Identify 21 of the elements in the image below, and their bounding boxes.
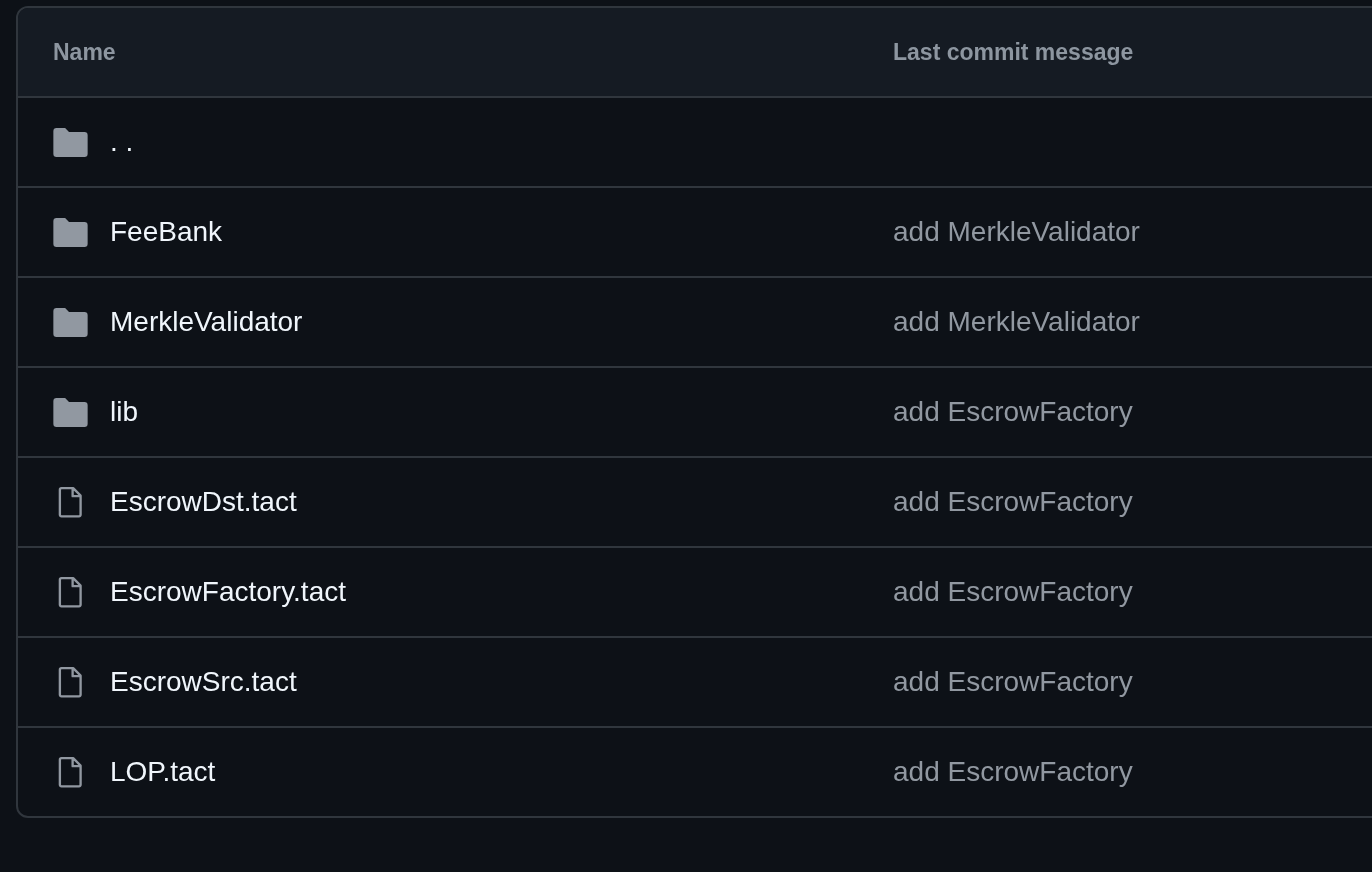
folder-link[interactable]: . . — [110, 126, 134, 158]
column-header: Last commit message — [893, 38, 1134, 66]
file-link[interactable]: EscrowSrc.tact — [110, 666, 297, 698]
folder-icon — [53, 127, 88, 157]
folder-link[interactable]: MerkleValidator — [110, 306, 303, 338]
file-link[interactable]: EscrowDst.tact — [110, 486, 297, 518]
folder-icon — [53, 307, 88, 337]
commit-message[interactable]: add MerkleValidator — [893, 306, 1140, 338]
folder-icon — [53, 397, 88, 427]
commit-message[interactable]: add EscrowFactory — [893, 486, 1133, 518]
commit-message[interactable]: add EscrowFactory — [893, 576, 1133, 608]
commit-message[interactable]: add MerkleValidator — [893, 216, 1140, 248]
file-link[interactable]: LOP.tact — [110, 756, 216, 788]
commit-message[interactable]: add EscrowFactory — [893, 756, 1133, 788]
folder-icon — [53, 217, 88, 247]
commit-message[interactable]: add EscrowFactory — [893, 666, 1133, 698]
column-header: Name — [53, 38, 116, 66]
file-link[interactable]: EscrowFactory.tact — [110, 576, 346, 608]
folder-link[interactable]: lib — [110, 396, 138, 428]
commit-message[interactable]: add EscrowFactory — [893, 396, 1133, 428]
folder-link[interactable]: FeeBank — [110, 216, 223, 248]
